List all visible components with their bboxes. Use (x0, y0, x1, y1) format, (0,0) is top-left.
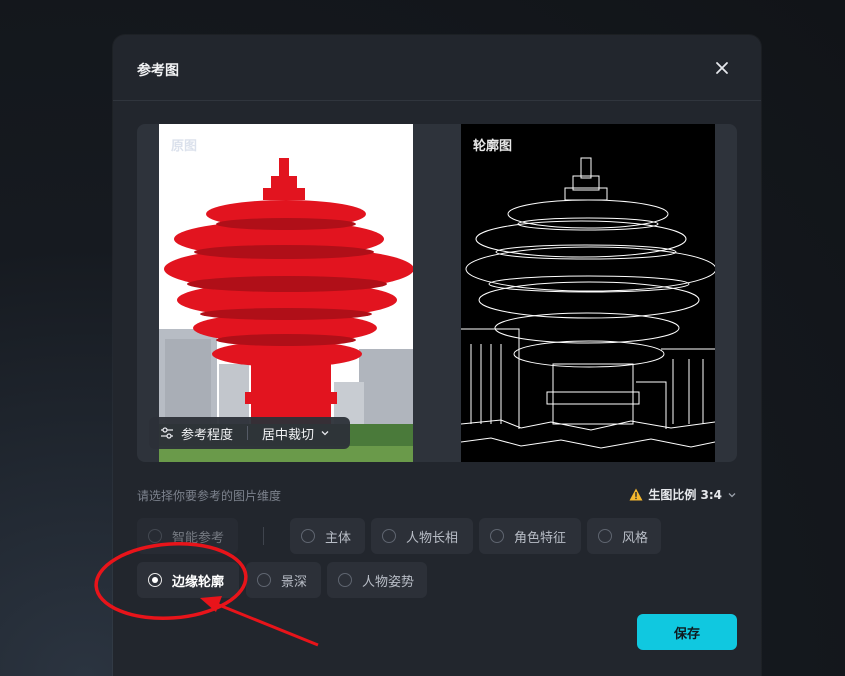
option-label: 景深 (281, 574, 308, 590)
option-style[interactable]: 风格 (587, 518, 661, 554)
radio-icon (257, 573, 271, 587)
warning-icon (629, 488, 643, 501)
edge-image-label: 轮廓图 (473, 139, 513, 154)
dialog-title: 参考图 (137, 63, 179, 79)
original-image-label: 原图 (171, 139, 198, 154)
option-face[interactable]: 人物长相 (371, 518, 473, 554)
dialog-header: 参考图 (113, 35, 761, 101)
option-label: 角色特征 (514, 530, 567, 546)
dimensions-hint: 请选择你要参考的图片维度 (137, 489, 282, 503)
image-preview-area: 原图 轮廓图 参考程度 居中裁切 (137, 124, 737, 462)
option-smart-reference[interactable]: 智能参考 (137, 518, 238, 554)
chevron-down-icon (728, 492, 736, 497)
option-label: 边缘轮廓 (172, 574, 225, 590)
original-image-graphic (159, 124, 413, 462)
close-button[interactable] (713, 59, 731, 77)
radio-icon (301, 529, 315, 543)
aspect-ratio-label: 生图比例 3:4 (648, 488, 722, 502)
option-edge-contour[interactable]: 边缘轮廓 (137, 562, 239, 598)
radio-icon (490, 529, 504, 543)
toolbar-divider (247, 426, 249, 440)
radio-icon (338, 573, 352, 587)
option-label: 主体 (325, 530, 352, 546)
radio-icon (598, 529, 612, 543)
dimensions-row: 请选择你要参考的图片维度 生图比例 3:4 (137, 485, 737, 505)
option-subject[interactable]: 主体 (290, 518, 365, 554)
close-icon (716, 62, 728, 74)
reference-level-button[interactable]: 参考程度 (181, 424, 233, 443)
radio-selected-icon (148, 573, 162, 587)
original-image: 原图 (159, 124, 413, 462)
options-divider (263, 527, 264, 545)
option-label: 人物姿势 (362, 574, 415, 590)
radio-icon (148, 529, 162, 543)
crop-mode-dropdown[interactable]: 居中裁切 (262, 424, 314, 443)
chevron-down-icon[interactable] (320, 428, 330, 438)
edge-contour-image: 轮廓图 (461, 124, 715, 462)
aspect-ratio-selector[interactable]: 生图比例 3:4 (629, 486, 737, 503)
option-depth[interactable]: 景深 (246, 562, 321, 598)
option-character-features[interactable]: 角色特征 (479, 518, 581, 554)
sliders-icon (161, 427, 173, 439)
save-button[interactable]: 保存 (637, 614, 737, 650)
reference-toolbar: 参考程度 居中裁切 (149, 417, 350, 449)
option-label: 智能参考 (172, 530, 225, 546)
option-label: 人物长相 (406, 530, 459, 546)
option-pose[interactable]: 人物姿势 (327, 562, 427, 598)
radio-icon (382, 529, 396, 543)
option-label: 风格 (622, 530, 649, 546)
edge-image-graphic (461, 124, 715, 462)
